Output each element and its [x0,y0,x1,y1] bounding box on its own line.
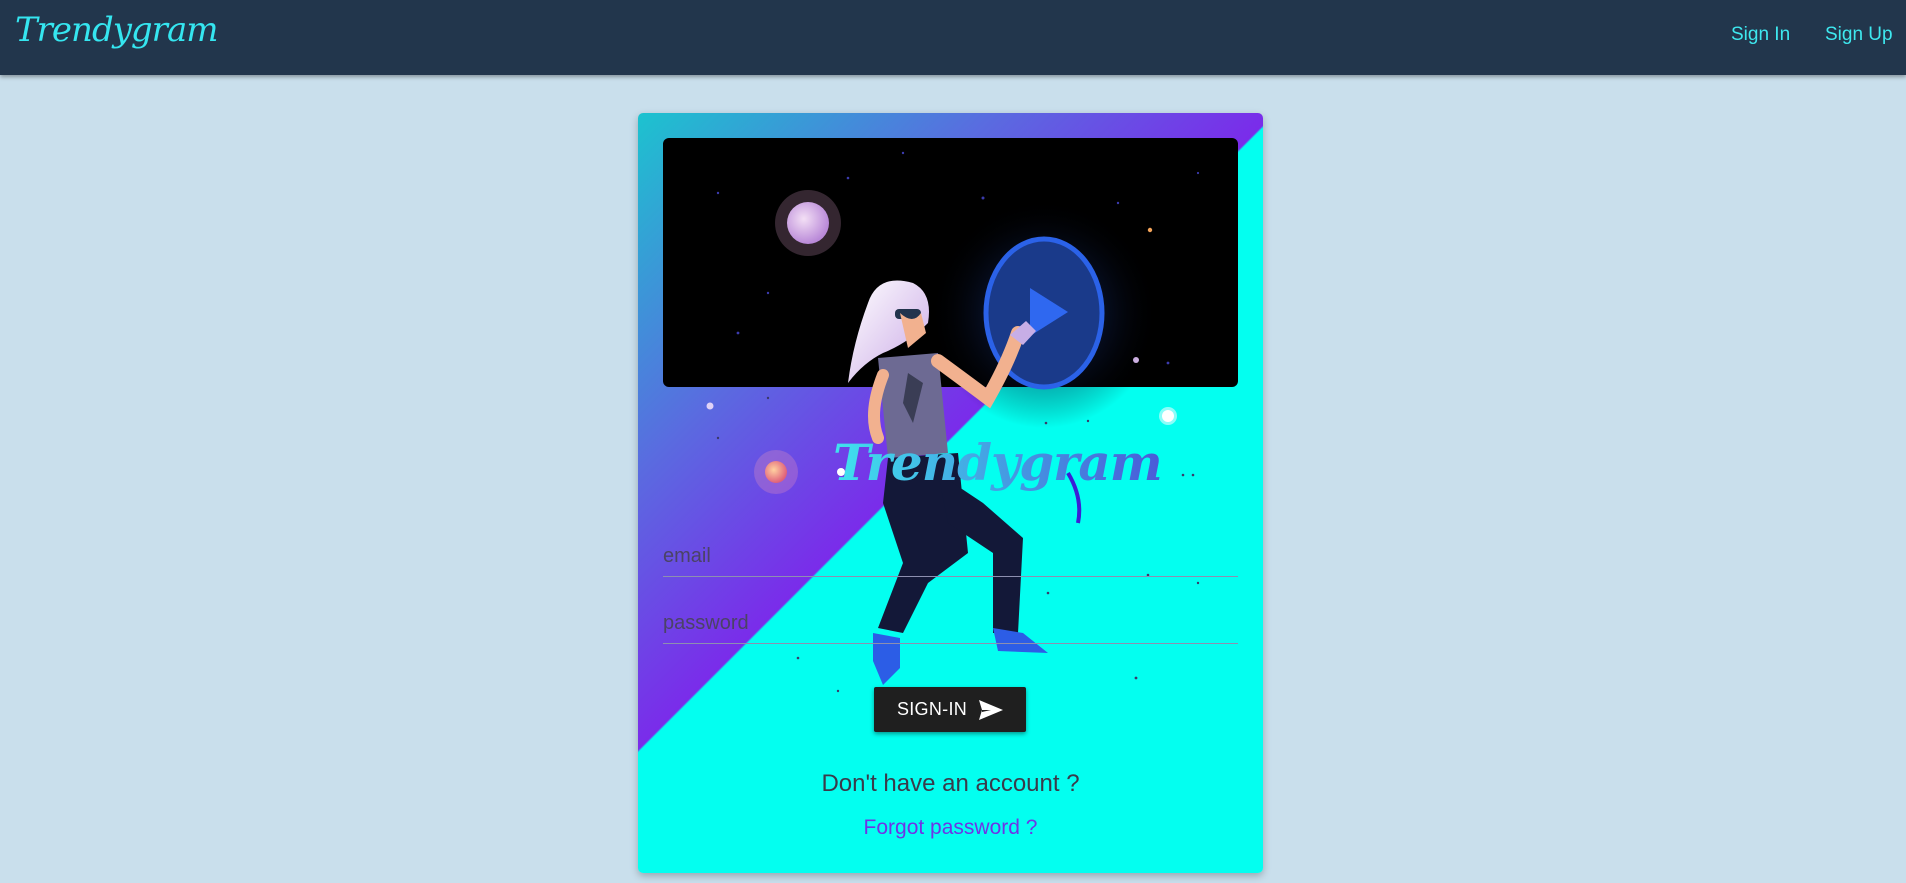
forgot-password-link[interactable]: Forgot password ? [638,816,1263,840]
sign-in-label: SIGN-IN [896,699,968,719]
top-navbar: Trendygram Sign In Sign Up [0,0,1906,75]
card-brand-logo: Trendygram [833,433,1163,492]
login-card: Trendygram SIGN-IN Don't have an account… [638,113,1263,873]
email-input[interactable] [663,536,1238,576]
nav-sign-in-link[interactable]: Sign In [1731,24,1790,46]
password-field[interactable] [663,603,1238,644]
no-account-text[interactable]: Don't have an account ? [638,770,1263,798]
hero-illustration [706,151,1200,693]
brand-logo[interactable]: Trendygram [15,10,218,50]
nav-sign-up-link[interactable]: Sign Up [1825,24,1893,46]
email-field[interactable] [663,536,1238,577]
password-input[interactable] [663,603,1238,643]
send-icon [979,699,1004,720]
sign-in-button[interactable]: SIGN-IN [874,687,1026,732]
